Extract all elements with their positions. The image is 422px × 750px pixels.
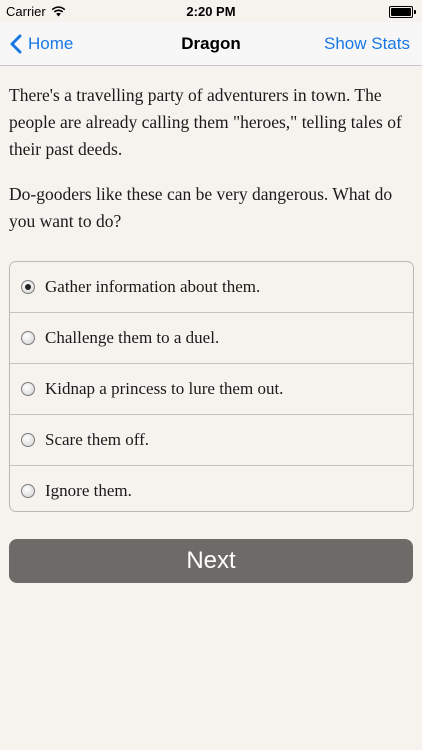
story-paragraph: Do-gooders like these can be very danger…: [9, 184, 393, 231]
choice-label: Gather information about them.: [45, 277, 261, 296]
choice-list: Gather information about them. Challenge…: [9, 261, 414, 512]
story-text: There's a travelling party of adventurer…: [9, 82, 409, 253]
choice-label: Kidnap a princess to lure them out.: [45, 379, 284, 398]
status-time: 2:20 PM: [186, 4, 236, 19]
navigation-bar: Home Dragon Show Stats: [0, 22, 422, 66]
choice-label: Ignore them.: [45, 481, 132, 500]
choice-gather-information[interactable]: Gather information about them.: [10, 262, 413, 313]
status-bar: Carrier 2:20 PM: [0, 0, 422, 22]
radio-icon[interactable]: [21, 382, 35, 396]
back-button-label: Home: [28, 33, 74, 53]
show-stats-button[interactable]: Show Stats: [324, 22, 410, 65]
radio-icon[interactable]: [21, 433, 35, 447]
battery-icon: [389, 6, 416, 18]
choice-ignore[interactable]: Ignore them.: [10, 466, 413, 511]
story-paragraph: There's a travelling party of adventurer…: [9, 85, 402, 159]
choice-challenge-duel[interactable]: Challenge them to a duel.: [10, 313, 413, 364]
next-button[interactable]: Next: [9, 539, 413, 583]
choice-kidnap-princess[interactable]: Kidnap a princess to lure them out.: [10, 364, 413, 415]
back-button[interactable]: Home: [10, 22, 73, 65]
radio-icon[interactable]: [21, 331, 35, 345]
choice-label: Scare them off.: [45, 430, 150, 449]
choice-scare-off[interactable]: Scare them off.: [10, 415, 413, 466]
choice-label: Challenge them to a duel.: [45, 328, 220, 347]
radio-icon[interactable]: [21, 484, 35, 498]
radio-selected-icon[interactable]: [21, 280, 35, 294]
chevron-left-icon: [10, 34, 22, 53]
